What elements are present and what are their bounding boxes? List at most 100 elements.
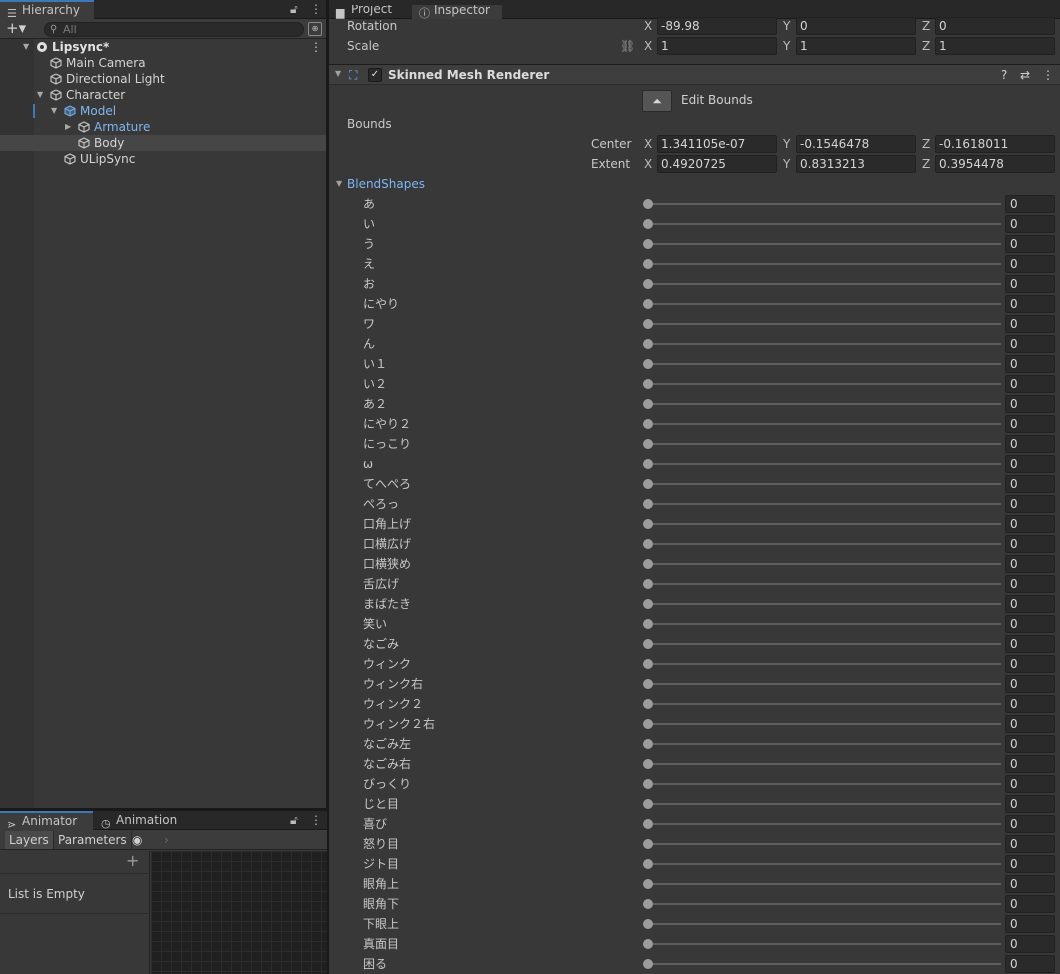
lock-icon[interactable]: 🔓︎ (290, 0, 298, 19)
blendshape-value-field[interactable]: 0 (1005, 815, 1055, 833)
blendshape-value-field[interactable]: 0 (1005, 295, 1055, 313)
blendshape-slider-knob[interactable] (643, 539, 653, 549)
scene-menu-icon[interactable]: ⋮ (310, 39, 322, 55)
blendshape-slider-track[interactable] (648, 583, 1001, 585)
blendshape-slider-track[interactable] (648, 483, 1001, 485)
blendshape-value-field[interactable]: 0 (1005, 615, 1055, 633)
tab-animator[interactable]: ⋗ Animator (0, 811, 93, 831)
center-y-field[interactable]: -0.1546478 (796, 135, 916, 153)
blendshape-slider-knob[interactable] (643, 459, 653, 469)
blendshape-slider-track[interactable] (648, 303, 1001, 305)
hierarchy-row[interactable]: ULipSync (0, 151, 326, 167)
blendshape-value-field[interactable]: 0 (1005, 675, 1055, 693)
extent-y-field[interactable]: 0.8313213 (796, 155, 916, 173)
blendshape-slider-knob[interactable] (643, 819, 653, 829)
expand-arrow-down-icon[interactable]: ▼ (23, 39, 29, 55)
blendshape-slider-track[interactable] (648, 223, 1001, 225)
hierarchy-search-input[interactable]: ⚲ All (44, 22, 304, 37)
rotation-y-field[interactable]: 0 (796, 17, 916, 35)
hierarchy-row[interactable]: Body (0, 135, 326, 151)
blendshape-slider-knob[interactable] (643, 399, 653, 409)
blendshape-slider-track[interactable] (648, 803, 1001, 805)
hierarchy-row[interactable]: Main Camera (0, 55, 326, 71)
blendshape-slider-track[interactable] (648, 663, 1001, 665)
blendshape-value-field[interactable]: 0 (1005, 255, 1055, 273)
blendshape-slider-track[interactable] (648, 743, 1001, 745)
blendshape-value-field[interactable]: 0 (1005, 435, 1055, 453)
blendshape-slider-knob[interactable] (643, 699, 653, 709)
blendshape-slider-track[interactable] (648, 203, 1001, 205)
layers-tab[interactable]: Layers (5, 831, 54, 849)
blendshape-value-field[interactable]: 0 (1005, 935, 1055, 953)
blendshape-value-field[interactable]: 0 (1005, 795, 1055, 813)
blendshape-value-field[interactable]: 0 (1005, 635, 1055, 653)
rotation-z-field[interactable]: 0 (935, 17, 1055, 35)
collapse-arrow-icon[interactable]: ▼ (335, 69, 341, 78)
blendshape-slider-knob[interactable] (643, 739, 653, 749)
blendshape-slider-knob[interactable] (643, 279, 653, 289)
tab-animation[interactable]: ◷ Animation (94, 811, 185, 830)
blendshape-value-field[interactable]: 0 (1005, 535, 1055, 553)
blendshape-slider-knob[interactable] (643, 579, 653, 589)
blendshape-slider-knob[interactable] (643, 799, 653, 809)
blendshape-slider-track[interactable] (648, 363, 1001, 365)
blendshape-slider-knob[interactable] (643, 639, 653, 649)
blendshape-slider-track[interactable] (648, 463, 1001, 465)
blendshape-slider-knob[interactable] (643, 839, 653, 849)
blendshape-slider-track[interactable] (648, 503, 1001, 505)
blendshape-slider-knob[interactable] (643, 339, 653, 349)
blendshape-slider-knob[interactable] (643, 619, 653, 629)
expand-arrow-down-icon[interactable]: ▼ (37, 87, 43, 103)
blendshape-slider-track[interactable] (648, 283, 1001, 285)
blendshape-slider-knob[interactable] (643, 299, 653, 309)
component-menu-icon[interactable]: ⋮ (1042, 65, 1054, 85)
blendshape-value-field[interactable]: 0 (1005, 475, 1055, 493)
eye-icon[interactable]: ◉ (128, 831, 146, 849)
blendshape-value-field[interactable]: 0 (1005, 375, 1055, 393)
blendshape-slider-knob[interactable] (643, 499, 653, 509)
blendshape-slider-knob[interactable] (643, 719, 653, 729)
scale-x-field[interactable]: 1 (657, 37, 777, 55)
blendshape-slider-knob[interactable] (643, 779, 653, 789)
blendshape-slider-knob[interactable] (643, 199, 653, 209)
blendshape-slider-knob[interactable] (643, 519, 653, 529)
blendshape-slider-track[interactable] (648, 703, 1001, 705)
blendshape-value-field[interactable]: 0 (1005, 775, 1055, 793)
blendshape-slider-track[interactable] (648, 643, 1001, 645)
blendshape-value-field[interactable]: 0 (1005, 555, 1055, 573)
blendshape-slider-track[interactable] (648, 543, 1001, 545)
blendshape-value-field[interactable]: 0 (1005, 955, 1055, 973)
blendshape-value-field[interactable]: 0 (1005, 915, 1055, 933)
blendshape-value-field[interactable]: 0 (1005, 195, 1055, 213)
blendshape-value-field[interactable]: 0 (1005, 215, 1055, 233)
blendshape-value-field[interactable]: 0 (1005, 235, 1055, 253)
blendshape-slider-track[interactable] (648, 783, 1001, 785)
blendshape-value-field[interactable]: 0 (1005, 495, 1055, 513)
blendshape-value-field[interactable]: 0 (1005, 515, 1055, 533)
animator-lock-icon[interactable]: 🔓︎ (290, 811, 298, 830)
blendshape-slider-knob[interactable] (643, 599, 653, 609)
search-mode-icon[interactable]: ⊕ (308, 22, 322, 36)
blendshape-value-field[interactable]: 0 (1005, 595, 1055, 613)
blendshape-slider-knob[interactable] (643, 879, 653, 889)
center-x-field[interactable]: 1.341105e-07 (657, 135, 777, 153)
blendshape-value-field[interactable]: 0 (1005, 395, 1055, 413)
help-icon[interactable]: ? (1001, 65, 1007, 85)
blendshape-slider-knob[interactable] (643, 359, 653, 369)
extent-z-field[interactable]: 0.3954478 (935, 155, 1055, 173)
blendshape-value-field[interactable]: 0 (1005, 715, 1055, 733)
blendshape-slider-track[interactable] (648, 603, 1001, 605)
blendshapes-fold-icon[interactable]: ▼ (336, 174, 342, 194)
blendshape-slider-track[interactable] (648, 623, 1001, 625)
create-dropdown-button[interactable]: +▾ (6, 20, 26, 37)
blendshape-slider-track[interactable] (648, 823, 1001, 825)
blendshape-slider-track[interactable] (648, 523, 1001, 525)
blendshape-slider-knob[interactable] (643, 419, 653, 429)
edit-bounds-button[interactable]: ⏶ (642, 90, 672, 112)
blendshape-slider-track[interactable] (648, 723, 1001, 725)
blendshape-slider-knob[interactable] (643, 259, 653, 269)
blendshape-slider-track[interactable] (648, 343, 1001, 345)
animator-graph-canvas[interactable] (151, 851, 327, 974)
blendshape-value-field[interactable]: 0 (1005, 335, 1055, 353)
component-enabled-checkbox[interactable]: ✓ (368, 68, 382, 82)
